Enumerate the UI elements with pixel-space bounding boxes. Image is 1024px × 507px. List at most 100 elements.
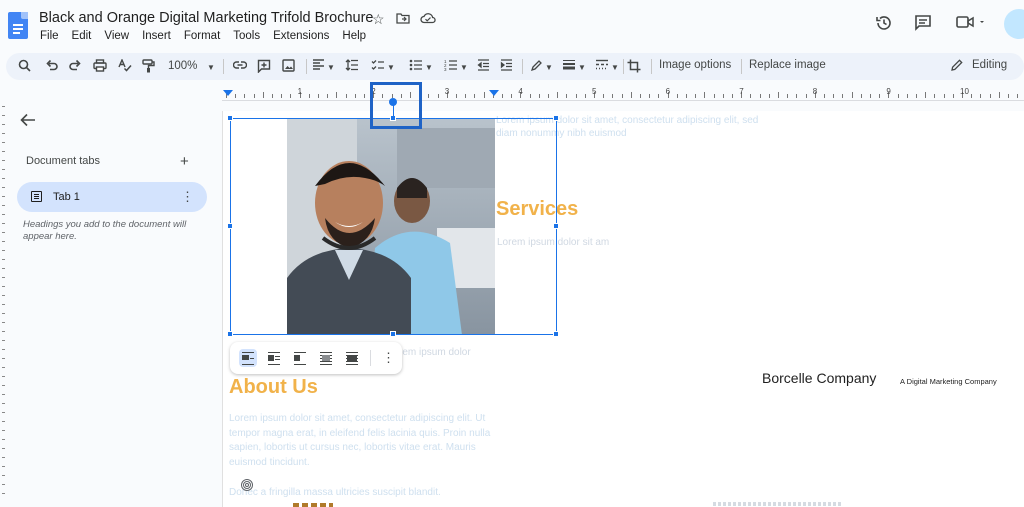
comments-icon[interactable]	[914, 14, 932, 36]
vertical-ruler-tick	[2, 412, 5, 413]
move-folder-icon[interactable]	[396, 11, 410, 27]
vertical-ruler[interactable]	[0, 102, 6, 507]
bullet-dropdown-icon[interactable]: ▼	[425, 61, 433, 75]
wrap-more-options-icon[interactable]: ⋮	[382, 350, 395, 366]
checklist-dropdown-icon[interactable]: ▼	[387, 61, 395, 75]
add-comment-icon[interactable]	[257, 59, 271, 76]
tab-label: Tab 1	[53, 191, 80, 203]
zoom-select[interactable]: 100%	[168, 59, 197, 73]
menu-file[interactable]: File	[40, 30, 59, 42]
menu-view[interactable]: View	[104, 30, 129, 42]
in-front-of-text-icon[interactable]	[343, 349, 361, 367]
vertical-ruler-tick	[2, 430, 5, 431]
body-text-fragment[interactable]: rem ipsum dolor	[399, 347, 471, 358]
menu-tools[interactable]: Tools	[233, 30, 260, 42]
line-spacing-icon[interactable]	[345, 59, 359, 74]
fingerprint-icon[interactable]	[240, 478, 254, 495]
break-text-icon[interactable]	[291, 349, 309, 367]
numbered-dropdown-icon[interactable]: ▼	[460, 61, 468, 75]
border-color-dropdown-icon[interactable]: ▼	[545, 61, 553, 75]
menu-edit[interactable]: Edit	[72, 30, 92, 42]
ruler-tick	[824, 94, 825, 98]
resize-handle-bottom-right[interactable]	[553, 331, 559, 337]
zoom-dropdown-icon[interactable]: ▼	[207, 61, 215, 75]
version-history-icon[interactable]	[875, 14, 893, 37]
border-dash-icon[interactable]	[595, 59, 609, 73]
resize-handle-right[interactable]	[553, 223, 559, 229]
ruler-number: 5	[592, 87, 597, 96]
add-tab-icon[interactable]: +	[180, 153, 189, 170]
vertical-ruler-tick	[2, 385, 5, 386]
document-tab-item[interactable]: Tab 1 ⋮	[17, 182, 207, 212]
border-weight-icon[interactable]	[562, 59, 576, 73]
ruler-tick	[621, 94, 623, 98]
menu-format[interactable]: Format	[184, 30, 220, 42]
resize-handle-top-left[interactable]	[227, 115, 233, 121]
checklist-icon[interactable]	[371, 59, 385, 74]
about-heading[interactable]: About Us	[229, 376, 318, 399]
right-indent-marker[interactable]	[489, 90, 499, 96]
image-selection-frame[interactable]	[230, 118, 557, 335]
increase-indent-icon[interactable]	[500, 59, 513, 74]
star-icon[interactable]: ☆	[372, 11, 385, 28]
vertical-ruler-tick	[2, 340, 5, 341]
replace-image-button[interactable]: Replace image	[749, 59, 826, 71]
bulleted-list-icon[interactable]	[409, 59, 423, 74]
wrap-text-icon[interactable]	[265, 349, 283, 367]
docs-logo-icon[interactable]	[8, 12, 28, 39]
vertical-ruler-tick	[2, 439, 5, 440]
print-icon[interactable]	[93, 59, 107, 75]
in-line-wrap-icon[interactable]	[239, 349, 257, 367]
resize-handle-left[interactable]	[227, 223, 233, 229]
insert-link-icon[interactable]	[232, 59, 248, 73]
menu-bar: File Edit View Insert Format Tools Exten…	[40, 30, 379, 42]
left-indent-marker[interactable]	[223, 90, 233, 96]
decrease-indent-icon[interactable]	[477, 59, 490, 74]
ruler-tick	[851, 92, 853, 98]
menu-help[interactable]: Help	[342, 30, 366, 42]
align-dropdown-icon[interactable]: ▼	[327, 61, 335, 75]
search-menus-icon[interactable]	[18, 59, 31, 75]
border-weight-dropdown-icon[interactable]: ▼	[578, 61, 586, 75]
numbered-list-icon[interactable]: 123	[444, 59, 458, 74]
document-title[interactable]: Black and Orange Digital Marketing Trifo…	[39, 10, 373, 26]
menu-insert[interactable]: Insert	[142, 30, 171, 42]
menu-extensions[interactable]: Extensions	[273, 30, 329, 42]
ruler-tick	[511, 94, 513, 98]
undo-icon[interactable]	[45, 59, 58, 75]
border-color-icon[interactable]	[530, 59, 543, 75]
resize-handle-bottom[interactable]	[390, 331, 396, 337]
resize-handle-top-right[interactable]	[553, 115, 559, 121]
company-tagline[interactable]: A Digital Marketing Company	[900, 377, 997, 386]
ruler-tick	[778, 92, 779, 98]
back-arrow-icon[interactable]	[20, 113, 36, 132]
ruler-tick	[612, 94, 614, 98]
redo-icon[interactable]	[69, 59, 82, 75]
share-button[interactable]	[1004, 9, 1024, 39]
about-text[interactable]: Lorem ipsum dolor sit amet, consectetur …	[229, 412, 499, 470]
more-options-icon[interactable]: ⋮	[181, 189, 194, 205]
image-options-button[interactable]: Image options	[659, 59, 731, 71]
meet-icon[interactable]	[956, 14, 986, 35]
resize-handle-bottom-left[interactable]	[227, 331, 233, 337]
vertical-ruler-tick	[2, 331, 5, 332]
company-name[interactable]: Borcelle Company	[762, 370, 876, 386]
vertical-ruler-tick	[2, 277, 5, 278]
spellcheck-icon[interactable]	[118, 58, 132, 75]
ruler-tick	[253, 94, 255, 98]
behind-text-icon[interactable]	[317, 349, 335, 367]
paint-format-icon[interactable]	[142, 59, 155, 76]
formatting-toolbar: 100% ▼ ▼ ▼ ▼ 123 ▼ ▼ ▼ ▼ Image options R…	[6, 53, 1024, 80]
border-dash-dropdown-icon[interactable]: ▼	[611, 61, 619, 75]
align-left-icon[interactable]	[312, 59, 325, 73]
insert-image-icon[interactable]	[282, 59, 295, 75]
ruler-tick	[474, 94, 476, 98]
cloud-status-icon[interactable]	[420, 11, 436, 27]
ruler-tick	[584, 94, 586, 98]
editing-mode-button[interactable]: Editing	[972, 59, 1007, 71]
vertical-ruler-tick	[2, 106, 5, 107]
crop-icon[interactable]	[627, 59, 641, 76]
ruler-tick	[640, 94, 641, 98]
headings-hint-text: Headings you add to the document will ap…	[23, 219, 187, 242]
vertical-ruler-tick	[2, 322, 5, 323]
